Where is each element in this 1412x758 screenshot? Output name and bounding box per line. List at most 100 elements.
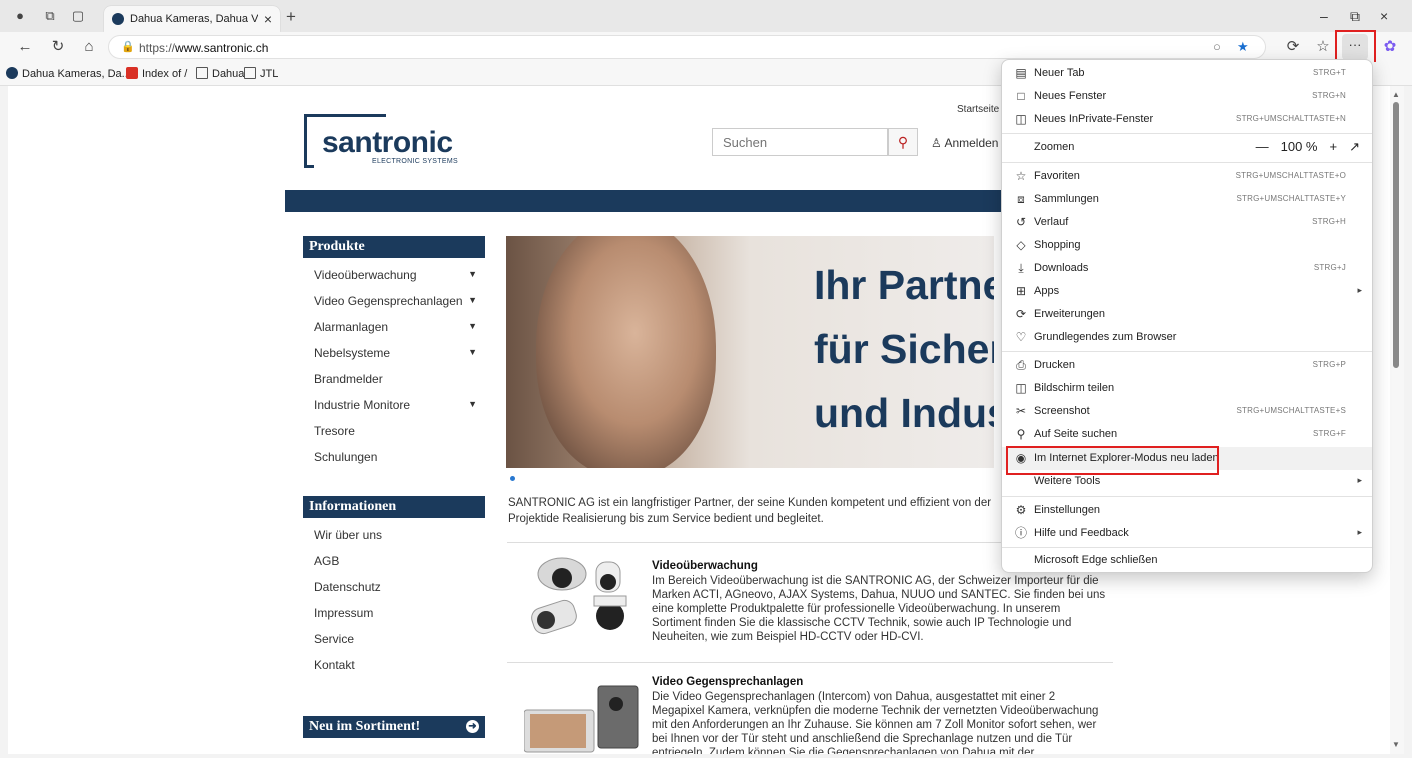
product-intercom-title[interactable]: Video Gegensprechanlagen <box>652 676 803 688</box>
minimize-icon[interactable]: – <box>1320 8 1328 24</box>
active-tab[interactable]: Dahua Kameras, Dahua Videoübe × <box>104 6 280 32</box>
menu-inprivate-window[interactable]: ◫ Neues InPrivate-Fenster STRG+UMSCHALTTAS… <box>1002 108 1372 131</box>
product-category-item[interactable]: Nebelsysteme ▼ <box>303 340 485 366</box>
info-item-agb[interactable]: AGB <box>303 548 485 574</box>
info-item-contact[interactable]: Kontakt <box>303 652 485 678</box>
tab-actions-icon[interactable]: ▢ <box>70 8 86 24</box>
menu-print[interactable]: ⎙ Drucken STRG+P <box>1002 354 1372 377</box>
menu-downloads[interactable]: ⤓ Downloads STRG+J <box>1002 257 1372 280</box>
menu-extensions[interactable]: ⟳ Erweiterungen <box>1002 303 1372 326</box>
bookmark-folder-jtl[interactable]: JTL <box>244 67 278 80</box>
url-text[interactable]: https://www.santronic.ch <box>139 41 268 55</box>
lock-icon[interactable]: 🔒 <box>121 40 135 53</box>
slider-dot[interactable] <box>510 476 515 481</box>
product-category-item[interactable]: Industrie Monitore ▼ <box>303 392 485 418</box>
browser-settings-menu: ▤ Neuer Tab STRG+T □ Neues Fenster STRG+N ◫ N… <box>1001 59 1373 573</box>
inprivate-icon: ◫ <box>1015 112 1027 126</box>
product-category-label: Brandmelder <box>314 372 383 386</box>
caret-down-icon[interactable]: ▼ <box>468 269 477 279</box>
product-category-item[interactable]: Videoüberwachung ▼ <box>303 262 485 288</box>
product-category-label: Alarmanlagen <box>314 320 389 334</box>
home-icon[interactable]: ⌂ <box>80 38 98 56</box>
chevron-right-icon: ▸ <box>1357 285 1362 295</box>
product-category-label: Videoüberwachung <box>314 268 417 282</box>
product-category-item[interactable]: Schulungen <box>303 444 485 470</box>
product-videoueberwachung-text: Im Bereich Videoüberwachung ist die SANT… <box>652 575 1106 643</box>
search-icon[interactable]: ⚲ <box>888 128 918 156</box>
santronic-logo[interactable]: santronic ELECTRONIC SYSTEMS <box>304 114 462 168</box>
profile-icon[interactable]: ● <box>12 8 28 24</box>
product-category-item[interactable]: Tresore <box>303 418 485 444</box>
menu-help-feedback[interactable]: ⓘ Hilfe und Feedback ▸ <box>1002 522 1372 545</box>
printer-icon: ⎙ <box>1016 358 1026 372</box>
info-item-service[interactable]: Service <box>303 626 485 652</box>
bookmark-index[interactable]: Index of / <box>126 67 187 80</box>
favorites-icon: ☆ <box>1015 169 1027 183</box>
startseite-link[interactable]: Startseite <box>957 104 999 115</box>
back-icon[interactable]: ← <box>16 38 34 56</box>
arrow-right-icon[interactable]: ➜ <box>466 720 479 733</box>
product-category-label: Industrie Monitore <box>314 398 411 412</box>
menu-find-on-page[interactable]: ⚲ Auf Seite suchen STRG+F <box>1002 423 1372 446</box>
zoom-out-button[interactable]: — <box>1256 139 1269 154</box>
scroll-down-icon[interactable]: ▼ <box>1392 740 1400 749</box>
menu-history[interactable]: ↺ Verlauf STRG+H <box>1002 211 1372 234</box>
hero-banner[interactable]: Ihr Partne für Sicherl und Indus <box>506 236 994 468</box>
info-item-privacy[interactable]: Datenschutz <box>303 574 485 600</box>
menu-shopping[interactable]: ◇ Shopping <box>1002 234 1372 257</box>
b-icon <box>126 67 138 79</box>
info-item-about[interactable]: Wir über uns <box>303 522 485 548</box>
favorites-bar-icon[interactable]: ☆ <box>1314 38 1332 56</box>
fullscreen-icon[interactable]: ↗ <box>1349 139 1360 154</box>
collections-icon: ⧈ <box>1017 192 1025 206</box>
caret-down-icon[interactable]: ▼ <box>468 295 477 305</box>
scrollbar-thumb[interactable] <box>1393 102 1399 368</box>
menu-share-screen[interactable]: ◫ Bildschirm teilen <box>1002 377 1372 400</box>
camera-products-image <box>531 557 627 635</box>
extensions-icon[interactable]: ⟳ <box>1284 38 1302 56</box>
menu-settings[interactable]: ⚙ Einstellungen <box>1002 499 1372 522</box>
product-category-item[interactable]: Alarmanlagen ▼ <box>303 314 485 340</box>
heart-shield-icon: ♡ <box>1015 330 1027 344</box>
folder-icon <box>196 67 208 79</box>
menu-collections[interactable]: ⧈ Sammlungen STRG+UMSCHALTTASTE+Y <box>1002 188 1372 211</box>
scroll-up-icon[interactable]: ▲ <box>1392 90 1400 99</box>
new-products-box[interactable]: Neu im Sortiment! ➜ <box>303 716 485 738</box>
product-category-item[interactable]: Brandmelder <box>303 366 485 392</box>
login-link[interactable]: ♙ Anmelden <box>931 136 998 150</box>
refresh-icon[interactable]: ↻ <box>49 38 67 56</box>
bookmark-folder-dahua[interactable]: Dahua <box>196 67 244 80</box>
new-tab-button[interactable]: + <box>286 7 296 27</box>
menu-new-window[interactable]: □ Neues Fenster STRG+N <box>1002 85 1372 108</box>
page-scrollbar[interactable]: ▲ ▼ <box>1390 86 1404 754</box>
caret-down-icon[interactable]: ▼ <box>468 399 477 409</box>
intro-text: SANTRONIC AG ist ein langfristiger Partn… <box>508 497 992 525</box>
close-tab-icon[interactable]: × <box>264 11 272 27</box>
new-tab-icon: ▤ <box>1015 66 1027 80</box>
bookmark-dahua-kameras[interactable]: Dahua Kameras, Da... <box>6 67 131 80</box>
menu-close-edge[interactable]: Microsoft Edge schließen <box>1002 549 1372 572</box>
window-close-icon[interactable]: × <box>1380 8 1388 24</box>
zoom-in-button[interactable]: + <box>1330 139 1338 154</box>
menu-favorites[interactable]: ☆ Favoriten STRG+UMSCHALTTASTE+O <box>1002 165 1372 188</box>
workspaces-icon[interactable]: ⧉ <box>42 8 58 24</box>
product-videoueberwachung-title[interactable]: Videoüberwachung <box>652 560 758 572</box>
menu-browser-essentials[interactable]: ♡ Grundlegendes zum Browser <box>1002 326 1372 349</box>
product-category-item[interactable]: Video Gegensprechanlagen ▼ <box>303 288 485 314</box>
menu-screenshot[interactable]: ✂ Screenshot STRG+UMSCHALTTASTE+S <box>1002 400 1372 423</box>
site-search-input[interactable] <box>712 128 888 156</box>
caret-down-icon[interactable]: ▼ <box>468 321 477 331</box>
history-icon: ↺ <box>1015 215 1027 229</box>
favorite-star-icon[interactable]: ★ <box>1237 39 1249 55</box>
hero-line-2: für Sicherl <box>814 326 994 372</box>
menu-new-tab[interactable]: ▤ Neuer Tab STRG+T <box>1002 62 1372 85</box>
address-bar[interactable]: 🔒 https://www.santronic.ch ○ ★ <box>108 35 1266 59</box>
menu-apps[interactable]: ⊞ Apps ▸ <box>1002 280 1372 303</box>
caret-down-icon[interactable]: ▼ <box>468 347 477 357</box>
site-info-icon[interactable]: ○ <box>1213 39 1221 54</box>
shopping-tag-icon: ◇ <box>1016 238 1026 252</box>
folder-icon <box>244 67 256 79</box>
copilot-icon[interactable]: ✿ <box>1381 38 1399 56</box>
restore-icon[interactable]: ⧉ <box>1350 8 1360 25</box>
info-item-imprint[interactable]: Impressum <box>303 600 485 626</box>
